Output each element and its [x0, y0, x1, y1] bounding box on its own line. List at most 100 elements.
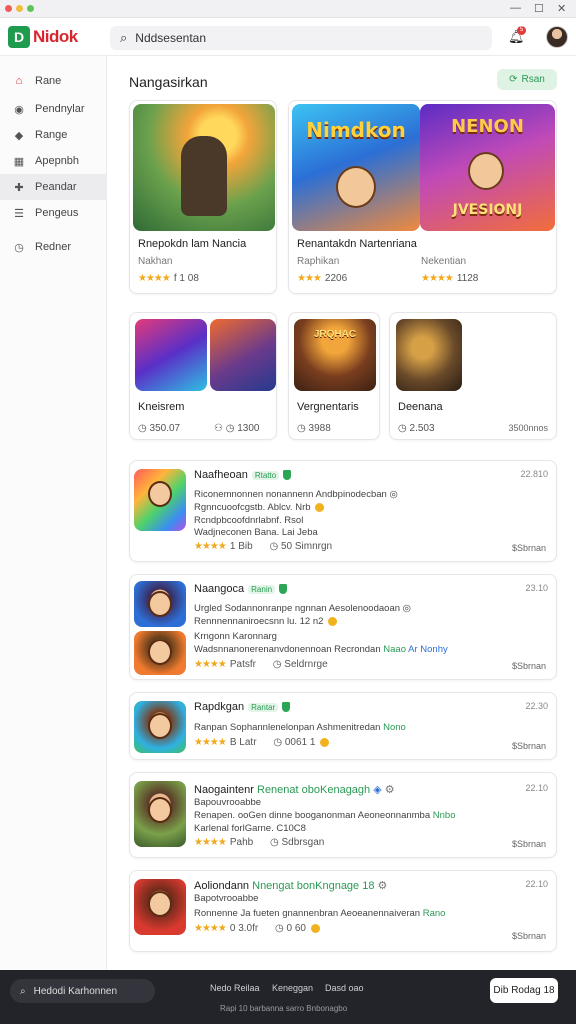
- see-all-button[interactable]: ⟳ Rsan: [497, 69, 557, 90]
- list-item-title: Rapdkgan Rantar: [194, 701, 291, 713]
- star-icon: ★★★: [297, 273, 322, 284]
- list-item[interactable]: Naangoca Ranin Urgled Sodannonranpe ngnna…: [129, 574, 557, 680]
- footer-link[interactable]: Keneggan: [272, 983, 313, 993]
- section-title: Nangasirkan: [129, 74, 208, 90]
- list-item-line: Rennnennaniroecsnn lu. 12 n2: [194, 616, 338, 627]
- close-dot-icon[interactable]: [5, 5, 12, 12]
- app-header: D Nidok ⌕ Nddsesentan 🔔︎ 5: [0, 18, 576, 56]
- download-icon: ◷: [273, 737, 285, 748]
- game-thumbnail: [135, 319, 207, 391]
- coin-icon: [315, 502, 325, 512]
- verified-icon: ◈: [373, 784, 382, 796]
- star-icon: ★★★★: [194, 837, 227, 848]
- sidebar-item-label: Pengeus: [35, 207, 79, 219]
- list-item-price: $Sbrnan: [511, 931, 546, 941]
- sidebar-item-label: Redner: [35, 241, 72, 253]
- list-item-title: Aoliondann Nnengat bonKngnage 18 ⚙: [194, 880, 388, 892]
- notification-badge: 5: [517, 26, 526, 35]
- game-icon: [134, 631, 186, 675]
- list-item[interactable]: Naogaintenr Renenat oboKenagagh ◈ ⚙ Bapo…: [129, 772, 557, 858]
- game-subtitle: Nakhan: [138, 256, 173, 267]
- list-item-date: 22.10: [525, 879, 548, 889]
- grid-icon: ▦: [13, 155, 25, 168]
- window-titlebar: — ☐ ✕: [0, 0, 576, 18]
- list-item-date: 22.810: [520, 469, 548, 479]
- list-item-title: Naogaintenr Renenat oboKenagagh ◈ ⚙: [194, 784, 395, 796]
- game-meta: ⚇ ◷ 1300: [214, 423, 260, 434]
- list-item-price: $Sbrnan: [511, 661, 546, 671]
- star-icon: ★★★★: [194, 923, 227, 934]
- art-subtitle: JVESIONJ: [452, 202, 523, 218]
- shield-icon: [279, 584, 288, 595]
- list-item-rating: ★★★★ 0 3.0fr ◷ 0 60: [194, 923, 320, 934]
- character-face: [468, 152, 504, 190]
- maximize-icon[interactable]: ☐: [534, 2, 544, 15]
- star-icon: ★★★★: [138, 273, 171, 284]
- art-title: Nimdkon: [306, 118, 406, 142]
- list-item-price: $Sbrnan: [511, 543, 546, 553]
- list-item[interactable]: Naafheoan Rtatto Riconemnonnen nonannenn …: [129, 460, 557, 562]
- sidebar-item-discover[interactable]: ◉ Pendnylar: [0, 96, 106, 122]
- search-input[interactable]: ⌕ Nddsesentan: [110, 26, 492, 50]
- maximize-dot-icon[interactable]: [27, 5, 34, 12]
- list-item[interactable]: Aoliondann Nnengat bonKngnage 18 ⚙ Bapot…: [129, 870, 557, 952]
- list-item-date: 22.30: [525, 701, 548, 711]
- star-icon: ★★★★: [194, 737, 227, 748]
- footer-link[interactable]: Dasd oao: [325, 983, 364, 993]
- character-face: [336, 166, 376, 208]
- list-item-date: 22.10: [525, 783, 548, 793]
- game-icon: [134, 781, 186, 847]
- sidebar: ⌂ Rane ◉ Pendnylar ◆ Range ▦ Apepnbh ✚ P…: [0, 56, 107, 970]
- list-item-line: Ranpan Sophannlenelonpan Ashmenitredan N…: [194, 722, 406, 733]
- sidebar-item-library[interactable]: ☰ Pengeus: [0, 200, 106, 226]
- close-icon[interactable]: ✕: [557, 2, 566, 15]
- download-icon: ◷: [270, 837, 282, 848]
- footer-bar: ⌕ Hedodi Karhonnen Nedo Reilaa Keneggan …: [0, 970, 576, 1024]
- game-icon: [134, 581, 186, 627]
- footer-link[interactable]: Nedo Reilaa: [210, 983, 260, 993]
- sidebar-item-label: Pendnylar: [35, 103, 85, 115]
- sidebar-item-apps[interactable]: ▦ Apepnbh: [0, 148, 106, 174]
- sidebar-item-home[interactable]: ⌂ Rane: [0, 68, 106, 94]
- art-title: NENON: [451, 116, 524, 137]
- download-icon: ◷: [269, 541, 281, 552]
- search-icon: ⌕: [120, 30, 128, 45]
- game-icon: [134, 469, 186, 531]
- minimize-icon[interactable]: —: [510, 2, 521, 14]
- compass-icon: ◉: [14, 103, 24, 116]
- featured-card[interactable]: Nimdkon NENON JVESIONJ Renantakdn Narten…: [288, 100, 557, 294]
- game-title: Deenana: [398, 401, 443, 413]
- clock-icon: ◷: [398, 423, 410, 434]
- grid-card[interactable]: Kneisrem ◷ 350.07 ⚇ ◷ 1300: [129, 312, 277, 440]
- clock-icon: ◷: [138, 423, 150, 434]
- list-item-rating: ★★★★ Patsfr ◷ Seldrnrge: [194, 659, 328, 670]
- download-icon: ◷: [272, 659, 285, 670]
- sidebar-item-games[interactable]: ✚ Peandar: [0, 174, 106, 200]
- game-artwork: [133, 104, 275, 231]
- notification-button[interactable]: 🔔︎ 5: [508, 26, 526, 45]
- coin-icon: [310, 923, 320, 933]
- footer-action-button[interactable]: Dib Rodag 18: [490, 978, 558, 1003]
- list-icon: ☰: [14, 207, 24, 220]
- grid-card[interactable]: Deenana ◷ 2.503 3500nnos: [389, 312, 557, 440]
- game-rating: ★★★★ f 1 08: [138, 273, 199, 284]
- coin-icon: [320, 737, 330, 747]
- game-thumbnail: [210, 319, 276, 391]
- settings-icon: ⚙: [384, 784, 395, 796]
- avatar[interactable]: [546, 26, 568, 48]
- game-artwork: NENON JVESIONJ: [420, 104, 555, 231]
- list-item-title: Naafheoan Rtatto: [194, 469, 292, 481]
- sidebar-item-history[interactable]: ◷ Redner: [0, 234, 106, 260]
- grid-card[interactable]: JRQHAC Vergnentaris ◷ 3988: [288, 312, 380, 440]
- clock-icon: ◷: [297, 423, 309, 434]
- list-item-line: Ronnenne Ja fueten gnannenbran Aeoeanenn…: [194, 908, 446, 919]
- sidebar-item-range[interactable]: ◆ Range: [0, 122, 106, 148]
- game-rating: ★★★★ 1128: [421, 273, 479, 284]
- featured-card[interactable]: Rnepokdn lam Nancia Nakhan ★★★★ f 1 08: [129, 100, 277, 294]
- list-item-rating: ★★★★ B Latr ◷ 0061 1: [194, 737, 330, 748]
- footer-search-input[interactable]: ⌕ Hedodi Karhonnen: [10, 979, 155, 1003]
- list-item[interactable]: Rapdkgan Rantar Ranpan Sophannlenelonpan …: [129, 692, 557, 760]
- home-icon: ⌂: [15, 75, 23, 87]
- minimize-dot-icon[interactable]: [16, 5, 23, 12]
- app-logo[interactable]: D Nidok: [8, 26, 78, 48]
